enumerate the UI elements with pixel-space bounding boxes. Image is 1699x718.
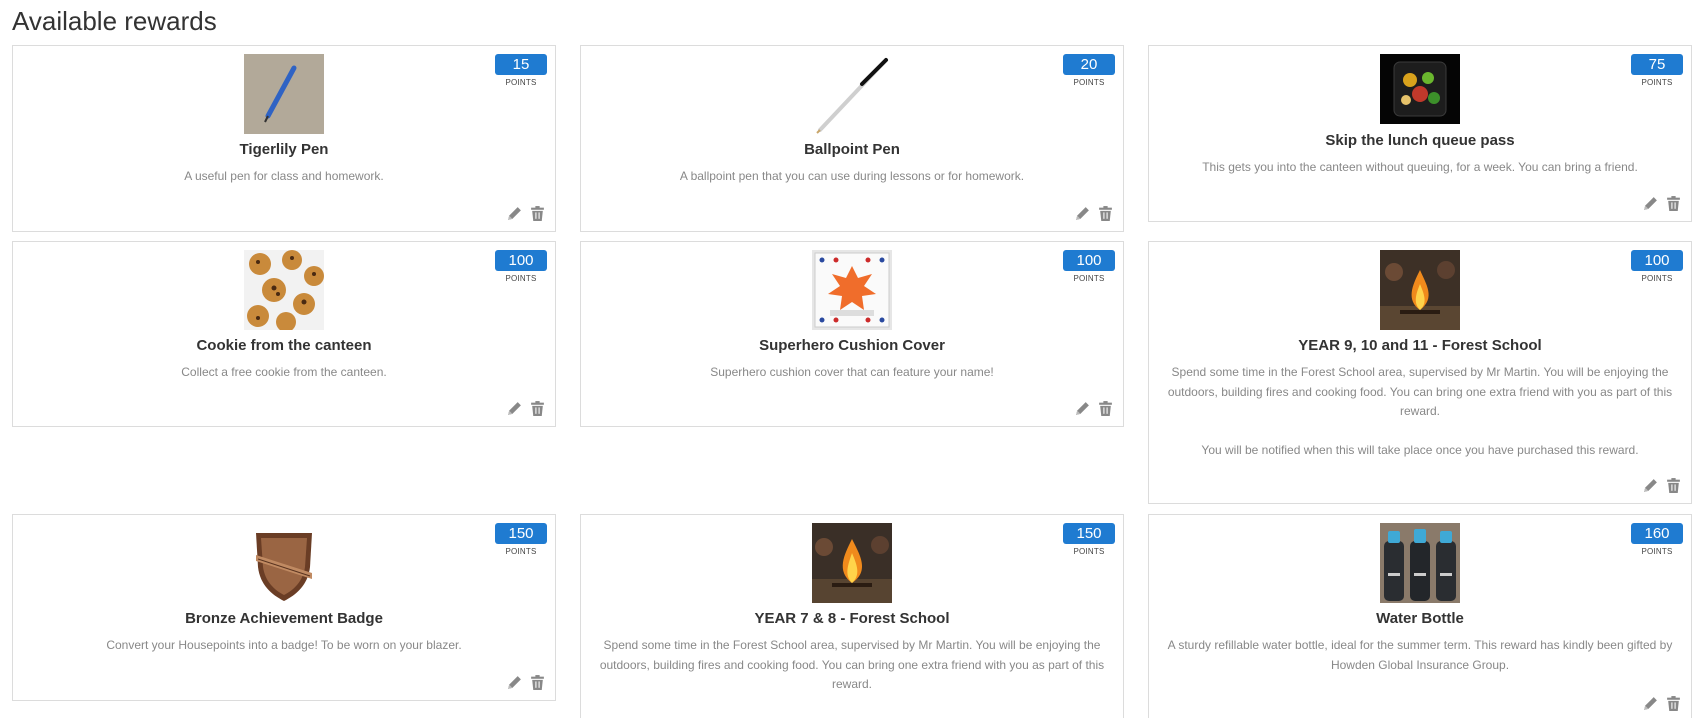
- reward-description: A useful pen for class and homework.: [184, 169, 384, 183]
- reward-description: Convert your Housepoints into a badge! T…: [106, 638, 462, 652]
- edit-pencil-icon[interactable]: [1642, 195, 1659, 212]
- points-value: 15: [495, 54, 547, 75]
- reward-title: Ballpoint Pen: [804, 141, 900, 158]
- reward-card: 160 POINTS Water Bottle A sturdy refilla…: [1148, 514, 1692, 718]
- points-badge: 160 POINTS: [1631, 523, 1683, 556]
- delete-trash-icon[interactable]: [1097, 205, 1114, 222]
- reward-title: Tigerlily Pen: [239, 141, 329, 158]
- delete-trash-icon[interactable]: [529, 205, 546, 222]
- points-value: 150: [1063, 523, 1115, 544]
- cushion-image: [812, 250, 892, 330]
- delete-trash-icon[interactable]: [1665, 477, 1682, 494]
- reward-description: Spend some time in the Forest School are…: [1167, 365, 1673, 457]
- cookies-image: [244, 250, 324, 330]
- points-label: POINTS: [1641, 78, 1673, 87]
- points-value: 20: [1063, 54, 1115, 75]
- points-label: POINTS: [505, 78, 537, 87]
- points-value: 100: [495, 250, 547, 271]
- water-bottles-image: [1380, 523, 1460, 603]
- edit-pencil-icon[interactable]: [1642, 695, 1659, 712]
- points-label: POINTS: [1073, 78, 1105, 87]
- reward-card: 15 POINTS Tigerlily Pen A useful pen for…: [12, 45, 556, 232]
- reward-description: A ballpoint pen that you can use during …: [679, 169, 1025, 183]
- points-value: 160: [1631, 523, 1683, 544]
- points-label: POINTS: [505, 547, 537, 556]
- points-badge: 150 POINTS: [1063, 523, 1115, 556]
- edit-pencil-icon[interactable]: [506, 205, 523, 222]
- edit-pencil-icon[interactable]: [506, 400, 523, 417]
- badge-image: [244, 523, 324, 603]
- ballpoint-pen-image: [812, 54, 892, 134]
- points-label: POINTS: [1641, 547, 1673, 556]
- campfire-image: [1380, 250, 1460, 330]
- points-value: 150: [495, 523, 547, 544]
- delete-trash-icon[interactable]: [529, 400, 546, 417]
- reward-card: 150 POINTS Bronze Achievement Badge Conv…: [12, 514, 556, 701]
- edit-pencil-icon[interactable]: [1074, 400, 1091, 417]
- reward-card: 150 POINTS YEAR 7 & 8 - Forest School Sp…: [580, 514, 1124, 718]
- page-title: Available rewards: [12, 6, 217, 36]
- points-label: POINTS: [1073, 547, 1105, 556]
- reward-title: Cookie from the canteen: [196, 337, 372, 354]
- points-label: POINTS: [505, 274, 537, 283]
- points-badge: 150 POINTS: [495, 523, 547, 556]
- delete-trash-icon[interactable]: [1097, 400, 1114, 417]
- reward-description: Collect a free cookie from the canteen.: [181, 365, 387, 379]
- delete-trash-icon[interactable]: [529, 674, 546, 691]
- reward-card: 100 POINTS Superhero Cushion Cover Super…: [580, 241, 1124, 427]
- points-badge: 75 POINTS: [1631, 54, 1683, 87]
- reward-title: Skip the lunch queue pass: [1325, 132, 1515, 149]
- points-badge: 20 POINTS: [1063, 54, 1115, 87]
- edit-pencil-icon[interactable]: [1074, 205, 1091, 222]
- reward-description: Superhero cushion cover that can feature…: [710, 365, 994, 379]
- points-value: 100: [1063, 250, 1115, 271]
- blue-pen-image: [244, 54, 324, 134]
- points-badge: 15 POINTS: [495, 54, 547, 87]
- reward-card: 100 POINTS YEAR 9, 10 and 11 - Forest Sc…: [1148, 241, 1692, 504]
- points-badge: 100 POINTS: [1631, 250, 1683, 283]
- reward-title: YEAR 9, 10 and 11 - Forest School: [1298, 337, 1542, 354]
- reward-title: Superhero Cushion Cover: [759, 337, 945, 354]
- reward-title: Water Bottle: [1376, 610, 1464, 627]
- reward-description: This gets you into the canteen without q…: [1202, 160, 1638, 174]
- edit-pencil-icon[interactable]: [1642, 477, 1659, 494]
- points-badge: 100 POINTS: [1063, 250, 1115, 283]
- reward-description: Spend some time in the Forest School are…: [599, 638, 1105, 691]
- points-label: POINTS: [1641, 274, 1673, 283]
- campfire-image: [812, 523, 892, 603]
- reward-card: 100 POINTS Cookie from the canteen Colle…: [12, 241, 556, 427]
- points-label: POINTS: [1073, 274, 1105, 283]
- reward-card: 20 POINTS Ballpoint Pen A ballpoint pen …: [580, 45, 1124, 232]
- reward-title: Bronze Achievement Badge: [185, 610, 383, 627]
- lunch-box-image: [1380, 54, 1460, 124]
- points-value: 75: [1631, 54, 1683, 75]
- delete-trash-icon[interactable]: [1665, 695, 1682, 712]
- reward-description: A sturdy refillable water bottle, ideal …: [1167, 638, 1673, 672]
- reward-card: 75 POINTS Skip the lunch queue pass This…: [1148, 45, 1692, 222]
- points-badge: 100 POINTS: [495, 250, 547, 283]
- points-value: 100: [1631, 250, 1683, 271]
- delete-trash-icon[interactable]: [1665, 195, 1682, 212]
- reward-title: YEAR 7 & 8 - Forest School: [754, 610, 950, 627]
- edit-pencil-icon[interactable]: [506, 674, 523, 691]
